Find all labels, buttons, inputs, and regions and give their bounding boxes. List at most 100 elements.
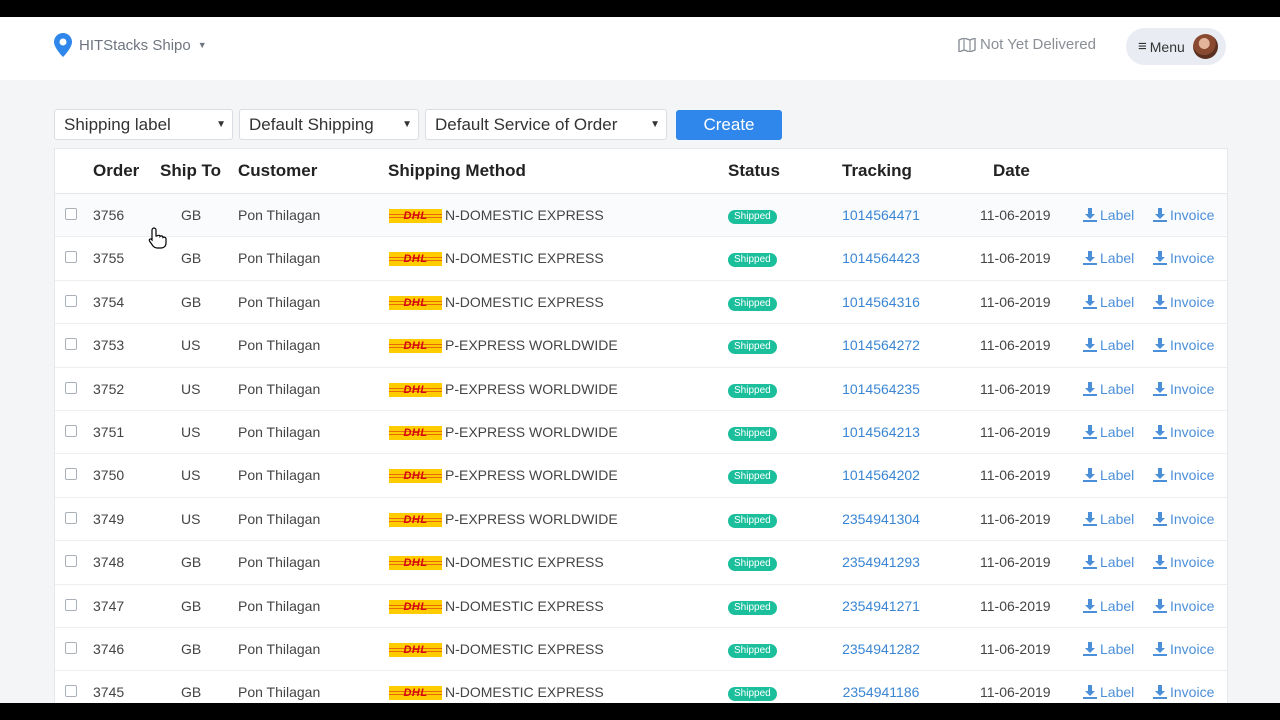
download-icon [1083,468,1097,483]
row-checkbox[interactable] [65,685,77,698]
table-row[interactable]: 3754 GB Pon Thilagan DHL N-DOMESTIC EXPR… [55,281,1227,325]
menu-button[interactable]: ≡ Menu [1126,28,1226,65]
tracking-link[interactable]: 1014564213 [826,424,936,440]
download-label-link[interactable]: Label [1083,381,1134,397]
label-type-select[interactable]: Shipping label ▼ [54,109,233,140]
download-invoice-link[interactable]: Invoice [1153,337,1214,353]
column-header-date[interactable]: Date [993,161,1030,181]
download-invoice-link[interactable]: Invoice [1153,641,1214,657]
row-checkbox[interactable] [65,425,77,437]
tracking-link[interactable]: 2354941271 [826,598,936,614]
row-checkbox[interactable] [65,381,77,394]
download-label-link[interactable]: Label [1083,511,1134,527]
shipping-method: P-EXPRESS WORLDWIDE [445,510,618,527]
status-badge: Shipped [728,210,777,224]
row-checkbox[interactable] [65,642,77,654]
download-invoice-link[interactable]: Invoice [1153,424,1214,440]
column-header-status[interactable]: Status [728,161,780,181]
row-checkbox[interactable] [65,294,77,307]
download-invoice-link[interactable]: Invoice [1153,207,1214,223]
download-label-link[interactable]: Label [1083,598,1134,614]
tracking-link[interactable]: 2354941186 [826,684,936,700]
shipping-select[interactable]: Default Shipping ▼ [239,109,419,140]
download-invoice-link[interactable]: Invoice [1153,684,1214,700]
ship-to-country: GB [181,293,202,310]
download-icon [1083,642,1097,656]
chevron-down-icon: ▼ [197,40,207,50]
table-row[interactable]: 3751 US Pon Thilagan DHL P-EXPRESS WORLD… [55,411,1227,455]
carrier-name: DHL [403,210,428,222]
label-link-text: Label [1100,293,1135,310]
label-link-text: Label [1100,684,1135,701]
table-row[interactable]: 3750 US Pon Thilagan DHL P-EXPRESS WORLD… [55,454,1227,498]
column-header-ship-to[interactable]: Ship To [160,161,221,181]
download-label-link[interactable]: Label [1083,554,1134,570]
column-header-customer[interactable]: Customer [238,161,317,181]
table-row[interactable]: 3752 US Pon Thilagan DHL P-EXPRESS WORLD… [55,368,1227,411]
invoice-link-text: Invoice [1170,207,1215,223]
table-row[interactable]: 3745 GB Pon Thilagan DHL N-DOMESTIC EXPR… [55,671,1227,703]
row-checkbox[interactable] [65,468,77,481]
tracking-link[interactable]: 1014564272 [826,337,936,353]
row-checkbox[interactable] [65,598,77,611]
download-label-link[interactable]: Label [1083,684,1134,700]
download-invoice-link[interactable]: Invoice [1153,554,1214,570]
download-label-link[interactable]: Label [1083,294,1134,310]
table-row[interactable]: 3747 GB Pon Thilagan DHL N-DOMESTIC EXPR… [55,585,1227,628]
dhl-logo: DHL [389,382,442,397]
download-icon [1153,381,1167,396]
download-invoice-link[interactable]: Invoice [1153,294,1214,310]
order-date: 11-06-2019 [980,250,1051,267]
row-checkbox[interactable] [65,208,77,220]
tracking-link[interactable]: 2354941304 [826,511,936,527]
table-row[interactable]: 3756 GB Pon Thilagan DHL N-DOMESTIC EXPR… [55,194,1227,238]
column-header-order[interactable]: Order [93,161,139,181]
service-select[interactable]: Default Service of Order ▼ [425,109,667,140]
table-row[interactable]: 3746 GB Pon Thilagan DHL N-DOMESTIC EXPR… [55,628,1227,672]
download-label-link[interactable]: Label [1083,641,1134,657]
ship-to-country: GB [181,597,202,614]
order-date: 11-06-2019 [980,207,1051,223]
tracking-link[interactable]: 1014564202 [826,467,936,483]
tracking-link[interactable]: 2354941282 [826,641,936,657]
tracking-link[interactable]: 1014564423 [826,250,936,266]
download-icon [1083,338,1097,353]
ship-to-country: US [181,380,201,397]
download-label-link[interactable]: Label [1083,424,1134,440]
download-label-link[interactable]: Label [1083,467,1134,483]
table-row[interactable]: 3753 US Pon Thilagan DHL P-EXPRESS WORLD… [55,324,1227,368]
download-icon [1153,208,1167,222]
row-checkbox[interactable] [65,511,77,524]
row-checkbox[interactable] [65,338,77,351]
create-button[interactable]: Create [676,109,782,140]
download-invoice-link[interactable]: Invoice [1153,250,1214,266]
table-row[interactable]: 3748 GB Pon Thilagan DHL N-DOMESTIC EXPR… [55,541,1227,585]
customer-name: Pon Thilagan [238,554,321,571]
download-invoice-link[interactable]: Invoice [1153,467,1214,483]
ship-to-country: GB [181,250,202,267]
download-label-link[interactable]: Label [1083,207,1134,223]
dhl-logo: DHL [389,599,442,614]
download-invoice-link[interactable]: Invoice [1153,511,1214,527]
ship-to-country: US [181,424,201,440]
tracking-link[interactable]: 1014564235 [826,381,936,397]
menu-label: Menu [1149,38,1185,55]
brand-switcher[interactable]: HITStacks Shipo ▼ [54,33,207,57]
download-label-link[interactable]: Label [1083,337,1134,353]
tracking-link[interactable]: 2354941293 [826,554,936,570]
column-header-shipping-method[interactable]: Shipping Method [388,161,526,181]
download-label-link[interactable]: Label [1083,250,1134,266]
order-date: 11-06-2019 [980,597,1051,614]
download-invoice-link[interactable]: Invoice [1153,381,1214,397]
label-link-text: Label [1100,467,1135,484]
table-row[interactable]: 3755 GB Pon Thilagan DHL N-DOMESTIC EXPR… [55,237,1227,281]
download-invoice-link[interactable]: Invoice [1153,598,1214,614]
row-checkbox[interactable] [65,555,77,568]
tracking-link[interactable]: 1014564316 [826,294,936,310]
tracking-link[interactable]: 1014564471 [826,207,936,223]
delivery-status-filter[interactable]: Not Yet Delivered [958,36,1096,53]
column-header-tracking[interactable]: Tracking [842,161,912,181]
row-checkbox[interactable] [65,251,77,264]
table-row[interactable]: 3749 US Pon Thilagan DHL P-EXPRESS WORLD… [55,498,1227,542]
shipping-method: N-DOMESTIC EXPRESS [445,641,604,657]
